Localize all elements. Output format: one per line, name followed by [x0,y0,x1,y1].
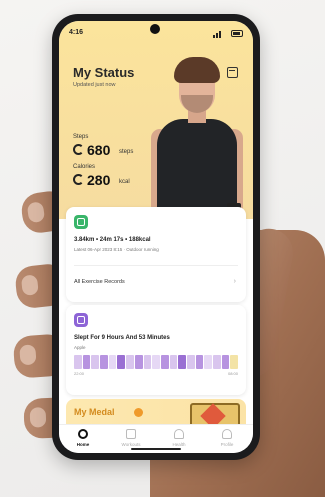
sleep-stage-segment [195,355,204,369]
sleep-stage-segment [74,355,82,369]
tab-home[interactable]: Home [59,427,107,453]
avatar-shirt [157,119,237,219]
sleep-stage-segment [134,355,143,369]
avatar-hair [174,57,220,83]
medal-section[interactable]: My Medal [66,399,246,427]
status-time: 4:16 [69,29,84,36]
tab-label: Health [172,442,186,447]
divider [74,265,238,266]
sleep-stage-segment [117,355,126,369]
sleep-stage-segment [100,355,108,369]
tab-label: Workouts [121,442,141,447]
phone-frame: 4:16 My Status Updated just now Steps 68… [52,14,260,460]
phone-screen: 4:16 My Status Updated just now Steps 68… [59,21,253,453]
workout-latest: Latest 06-Apr 2023 8:15 · Outdoor runnin… [74,247,159,252]
medal-title: My Medal [74,407,115,417]
signal-icon [219,31,221,38]
steps-label: Steps [73,134,89,140]
sleep-stage-segment [221,355,230,369]
calories-unit: kcal [119,179,130,185]
page-title: My Status [73,65,135,80]
signal-icon [216,33,218,38]
system-icons [213,30,243,38]
sleep-start-time: 22:00 [74,371,85,376]
sleep-stage-segment [186,355,195,369]
sleep-stage-segment [108,355,117,369]
steps-ring-icon [73,144,84,155]
status-bar: 4:16 [69,29,243,41]
page-subtitle: Updated just now [73,82,116,88]
sleep-stage-segment [82,355,91,369]
sleep-stage-segment [213,355,221,369]
home-icon [78,429,88,439]
heart-icon [174,429,184,439]
signal-icon [213,35,215,38]
sleep-stage-segment [143,355,152,369]
sleep-stage-segment [160,355,169,369]
tab-label: Profile [220,442,234,447]
sleep-stages-bar [74,355,239,369]
calories-stat[interactable]: 280 kcal [73,172,153,190]
sleep-stage-segment [178,355,186,369]
workout-summary: 3.84km • 24m 17s • 188kcal [74,237,151,243]
sleep-end-time: 08:00 [227,371,238,376]
sleep-stage-segment [230,355,239,369]
steps-value: 680 [87,142,111,158]
all-exercise-records-link[interactable]: All Exercise Records [74,279,125,285]
info-icon [134,408,143,417]
tab-label: Home [76,442,90,447]
sleep-card[interactable]: Slept For 9 Hours And 53 Minutes Apple 2… [66,305,246,395]
calories-ring-icon [73,174,84,185]
sleep-stage-segment [169,355,178,369]
workout-card[interactable]: 3.84km • 24m 17s • 188kcal Latest 06-Apr… [66,207,246,302]
tab-profile[interactable]: Profile [203,427,251,453]
sleep-icon [74,313,88,327]
calories-value: 280 [87,172,111,188]
calories-label: Calories [73,164,96,170]
profile-icon [222,429,232,439]
sleep-stage-segment [204,355,212,369]
avatar-beard [181,95,213,113]
avatar [147,51,247,221]
steps-unit: steps [119,149,134,155]
home-indicator [131,448,181,450]
sleep-source: Apple [74,345,86,350]
sleep-stage-segment [126,355,134,369]
steps-stat[interactable]: 680 steps [73,142,153,160]
dumbbell-icon [126,429,136,439]
chevron-right-icon: › [233,278,236,285]
sleep-summary: Slept For 9 Hours And 53 Minutes [74,335,170,341]
battery-icon [231,30,243,37]
sleep-stage-segment [91,355,100,369]
sleep-stage-segment [152,355,160,369]
running-icon [74,215,88,229]
sleep-time-range: 22:00 08:00 [74,371,238,377]
